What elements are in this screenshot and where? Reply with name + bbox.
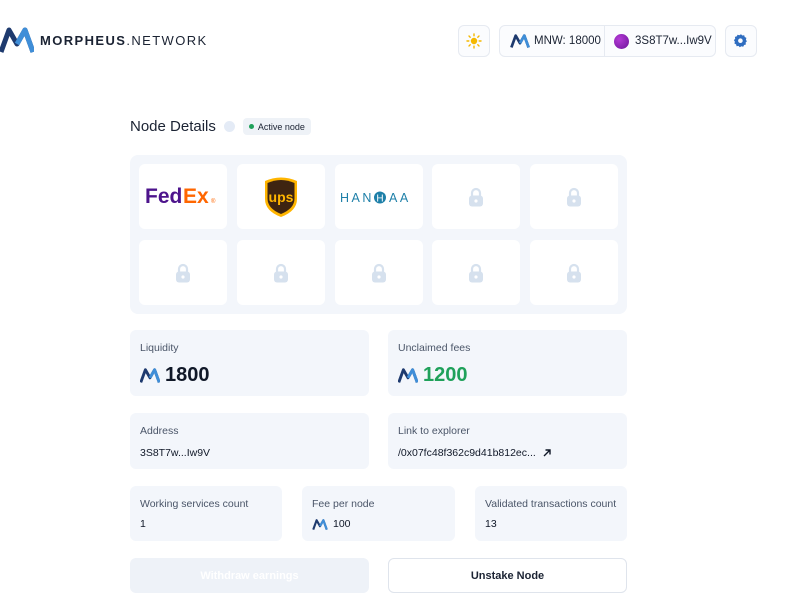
validated-transactions-label: Validated transactions count: [485, 498, 617, 510]
unclaimed-fees-value: 1200: [398, 364, 468, 387]
validated-transactions-text: 13: [485, 518, 497, 530]
validated-transactions-value: 13: [485, 518, 497, 530]
info-icon[interactable]: [223, 121, 235, 132]
mnw-token-icon: [398, 368, 418, 383]
liquidity-label: Liquidity: [140, 342, 179, 354]
address-text: 3S8T7w...Iw9V: [140, 447, 211, 459]
services-count-card: Working services count 1: [130, 486, 282, 541]
services-count-value: 1: [140, 518, 146, 530]
fee-per-node-value: 100: [312, 518, 351, 530]
sun-icon: [466, 33, 482, 49]
partner-grid: Fed Ex ® ups HAN H AA: [130, 155, 627, 314]
lock-icon: [469, 187, 483, 206]
lock-icon: [372, 263, 386, 282]
locked-partner-slot: [432, 164, 520, 229]
wallet-address-text: 3S8T7w...Iw9V: [635, 35, 712, 47]
token-balance[interactable]: MNW: 18000: [500, 26, 605, 56]
locked-partner-slot: [139, 240, 227, 305]
validated-transactions-card: Validated transactions count 13: [475, 486, 627, 541]
gear-icon: [733, 34, 747, 48]
address-value: 3S8T7w...Iw9V: [140, 447, 210, 459]
explorer-link[interactable]: /0x07fc48f362c9d41b812ec...: [398, 447, 552, 459]
node-details-header: Node Details Active node: [130, 118, 311, 135]
services-count-text: 1: [140, 518, 146, 530]
svg-text:ups: ups: [269, 189, 294, 205]
lock-icon: [274, 263, 288, 282]
mnw-token-icon: [312, 518, 328, 530]
lock-icon: [176, 263, 190, 282]
unstake-node-button[interactable]: Unstake Node: [388, 558, 627, 593]
status-badge: Active node: [242, 118, 311, 135]
svg-text:H: H: [376, 193, 383, 204]
settings-button[interactable]: [725, 25, 757, 57]
external-link-icon[interactable]: [542, 448, 552, 458]
fee-per-node-card: Fee per node 100: [302, 486, 455, 541]
wallet-avatar-icon: [614, 33, 629, 49]
fee-per-node-label: Fee per node: [312, 498, 375, 510]
svg-text:HAN: HAN: [340, 191, 374, 205]
status-text: Active node: [257, 121, 305, 132]
explorer-card: Link to explorer /0x07fc48f362c9d41b812e…: [388, 413, 627, 469]
liquidity-card: Liquidity 1800: [130, 330, 369, 396]
mnw-token-icon: [510, 34, 530, 48]
unclaimed-fees-card: Unclaimed fees 1200: [388, 330, 627, 396]
svg-text:Fed: Fed: [145, 185, 182, 208]
svg-text:®: ®: [211, 198, 216, 205]
page-title: Node Details: [130, 118, 216, 135]
ups-logo: ups: [265, 177, 297, 217]
status-dot-icon: [248, 124, 254, 129]
locked-partner-slot: [335, 240, 423, 305]
partner-tile-hanhaa[interactable]: HAN H AA: [335, 164, 423, 229]
address-card: Address 3S8T7w...Iw9V: [130, 413, 369, 469]
wallet-address[interactable]: 3S8T7w...Iw9V: [605, 26, 712, 56]
explorer-link-text[interactable]: /0x07fc48f362c9d41b812ec...: [398, 447, 536, 459]
svg-text:AA: AA: [389, 191, 411, 205]
lock-icon: [567, 263, 581, 282]
partner-tile-fedex[interactable]: Fed Ex ®: [139, 164, 227, 229]
partner-tile-ups[interactable]: ups: [237, 164, 325, 229]
fee-per-node-text: 100: [333, 518, 351, 530]
address-label: Address: [140, 425, 179, 437]
withdraw-earnings-button[interactable]: Withdraw earnings: [130, 558, 369, 593]
header: MORPHEUS.NETWORK MNW: 18000 3S8T7w...Iw9…: [0, 0, 800, 80]
wallet-panel[interactable]: MNW: 18000 3S8T7w...Iw9V: [499, 25, 716, 57]
brand-name: MORPHEUS.NETWORK: [40, 32, 208, 48]
liquidity-value: 1800: [140, 364, 210, 387]
locked-partner-slot: [237, 240, 325, 305]
brand-logo[interactable]: MORPHEUS.NETWORK: [0, 27, 208, 53]
svg-text:Ex: Ex: [183, 185, 209, 208]
lock-icon: [469, 263, 483, 282]
unclaimed-fees-label: Unclaimed fees: [398, 342, 471, 354]
locked-partner-slot: [530, 164, 618, 229]
fedex-logo: Fed Ex ®: [145, 185, 216, 208]
hanhaa-logo: HAN H AA: [340, 191, 411, 205]
theme-toggle-button[interactable]: [458, 25, 490, 57]
locked-partner-slot: [432, 240, 520, 305]
explorer-label: Link to explorer: [398, 425, 470, 437]
liquidity-amount: 1800: [165, 364, 210, 386]
services-count-label: Working services count: [140, 498, 249, 510]
balance-text: MNW: 18000: [534, 35, 601, 47]
morpheus-logo-icon: [0, 27, 34, 53]
locked-partner-slot: [530, 240, 618, 305]
mnw-token-icon: [140, 368, 160, 383]
unclaimed-fees-amount: 1200: [423, 364, 468, 386]
lock-icon: [567, 187, 581, 206]
